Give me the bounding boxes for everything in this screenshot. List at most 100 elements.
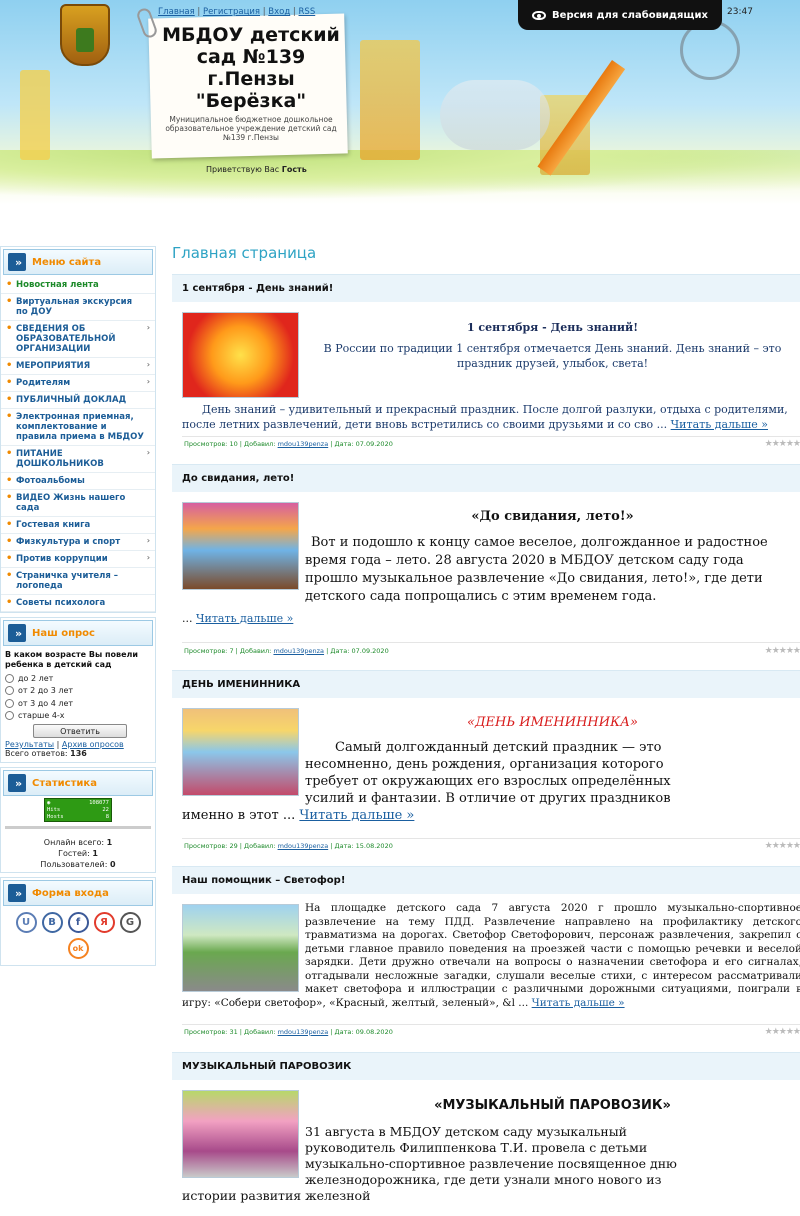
radio-button[interactable] <box>5 686 14 696</box>
read-more-link[interactable]: Читать дальше » <box>671 418 768 431</box>
social-login-buttons: U Bf Я Gok <box>1 908 155 965</box>
statistics-title: Статистика <box>32 777 97 789</box>
views-value: 31 <box>229 1027 238 1036</box>
odnoklassniki-login-icon[interactable]: ok <box>67 938 89 959</box>
author-link[interactable]: mdou139penza <box>273 647 324 655</box>
poll-option[interactable]: от 3 до 4 лет <box>5 697 151 710</box>
author-link[interactable]: mdou139penza <box>278 1028 329 1036</box>
post-thumbnail[interactable] <box>182 312 299 398</box>
menu-item-news[interactable]: Новостная лента <box>1 277 155 294</box>
post-meta: Просмотров: 10 | Добавил: mdou139penza |… <box>184 440 393 448</box>
menu-item-nutrition[interactable]: ПИТАНИЕ ДОШКОЛЬНИКОВ › <box>1 446 155 473</box>
date-value: 07.09.2020 <box>355 440 393 448</box>
post-thumbnail[interactable] <box>182 708 299 796</box>
radio-button[interactable] <box>5 698 14 708</box>
header-decor-city <box>440 80 550 150</box>
menu-item-org-info[interactable]: СВЕДЕНИЯ ОБ ОБРАЗОВАТЕЛЬНОЙ ОРГАНИЗАЦИИ › <box>1 321 155 358</box>
rating-stars[interactable]: ★★★★★ <box>765 1026 800 1040</box>
divider <box>5 826 151 829</box>
menu-item-label: Страничка учителя – логопеда <box>16 571 119 591</box>
date-label: Дата: <box>334 440 354 448</box>
post-thumbnail[interactable] <box>182 1090 299 1178</box>
menu-item-label: Против коррупции <box>16 554 108 564</box>
rating-stars[interactable]: ★★★★★ <box>765 642 800 659</box>
poll-option[interactable]: до 2 лет <box>5 672 151 685</box>
menu-item-photo-albums[interactable]: Фотоальбомы <box>1 473 155 490</box>
read-more-link[interactable]: Читать дальше » <box>299 808 414 823</box>
poll-header: » Наш опрос <box>3 620 153 646</box>
greeting-user: Гость <box>281 165 307 174</box>
menu-item-virtual-tour[interactable]: Виртуальная экскурсия по ДОУ <box>1 294 155 321</box>
post-title[interactable]: 1 сентября - День знаний! <box>172 274 800 302</box>
link-home[interactable]: Главная <box>158 7 195 17</box>
vk-login-icon[interactable]: B <box>41 912 63 933</box>
header-decor-building-left <box>20 70 50 160</box>
menu-item-label: МЕРОПРИЯТИЯ <box>16 361 91 371</box>
accessibility-version-button[interactable]: Версия для слабовидящих <box>518 0 722 30</box>
post-title[interactable]: До свидания, лето! <box>172 464 800 492</box>
accessibility-label: Версия для слабовидящих <box>552 9 708 21</box>
poll-archive-link[interactable]: Архив опросов <box>62 740 124 749</box>
double-chevron-icon: » <box>8 253 26 271</box>
post-meta: Просмотров: 7 | Добавил: mdou139penza | … <box>184 646 389 655</box>
post-thumbnail[interactable] <box>182 904 299 992</box>
author-link[interactable]: mdou139penza <box>278 842 329 850</box>
poll-option-label: до 2 лет <box>18 673 54 683</box>
read-more-link[interactable]: Читать дальше » <box>196 612 293 625</box>
poll-total: Всего ответов: 136 <box>5 749 151 758</box>
read-more-link[interactable]: Читать дальше » <box>532 997 625 1009</box>
views-label: Просмотров: <box>184 1027 228 1036</box>
menu-item-guestbook[interactable]: Гостевая книга <box>1 517 155 534</box>
site-title[interactable]: МБДОУ детский сад №139 г.Пензы "Берёзка" <box>158 24 344 112</box>
views-label: Просмотров: <box>184 842 228 850</box>
submenu-arrow-icon: › <box>146 536 150 545</box>
menu-item-speech-therapist[interactable]: Страничка учителя – логопеда <box>1 568 155 595</box>
google-login-icon[interactable]: G <box>119 912 141 933</box>
post-title[interactable]: Наш помощник – Светофор! <box>172 866 800 894</box>
radio-button[interactable] <box>5 673 14 683</box>
post-title[interactable]: МУЗЫКАЛЬНЫЙ ПАРОВОЗИК <box>172 1052 800 1080</box>
site-menu-title: Меню сайта <box>32 256 102 268</box>
link-rss[interactable]: RSS <box>299 7 316 17</box>
poll-title: Наш опрос <box>32 627 95 639</box>
poll-results-link[interactable]: Результаты <box>5 740 54 749</box>
submenu-arrow-icon: › <box>146 448 150 457</box>
poll-option[interactable]: от 2 до 3 лет <box>5 685 151 698</box>
coat-of-arms-emblem <box>60 4 110 66</box>
poll-links: Результаты | Архив опросов <box>5 740 124 749</box>
menu-item-sport[interactable]: Физкультура и спорт › <box>1 534 155 551</box>
guests-value: 1 <box>92 849 98 858</box>
menu-item-e-reception[interactable]: Электронная приемная, комплектование и п… <box>1 409 155 446</box>
ucoz-login-icon[interactable]: U <box>15 912 37 933</box>
menu-item-parents[interactable]: Родителям › <box>1 375 155 392</box>
author-link[interactable]: mdou139penza <box>278 440 329 448</box>
eye-icon <box>532 10 547 20</box>
menu-item-video[interactable]: ВИДЕО Жизнь нашего сада <box>1 490 155 517</box>
facebook-login-icon[interactable]: f <box>67 912 89 933</box>
menu-item-label: Электронная приемная, комплектование и п… <box>16 412 144 442</box>
menu-item-anticorruption[interactable]: Против коррупции › <box>1 551 155 568</box>
post-body: На площадке детского сада 7 августа 2020… <box>172 894 800 1040</box>
hit-counter[interactable]: ◉ 108077 Hits 22 Hosts 8 <box>44 798 112 822</box>
menu-item-public-report[interactable]: ПУБЛИЧНЫЙ ДОКЛАД <box>1 392 155 409</box>
added-label: Добавил: <box>244 440 276 448</box>
post-title[interactable]: ДЕНЬ ИМЕНИННИКА <box>172 670 800 698</box>
added-label: Добавил: <box>244 1027 276 1036</box>
radio-button[interactable] <box>5 711 14 721</box>
menu-item-events[interactable]: МЕРОПРИЯТИЯ › <box>1 358 155 375</box>
online-stats: Онлайн всего: 1 Гостей: 1 Пользователей:… <box>1 835 155 872</box>
rating-stars[interactable]: ★★★★★ <box>765 437 800 452</box>
poll-submit-button[interactable]: Ответить <box>33 724 127 738</box>
login-title: Форма входа <box>32 887 109 899</box>
poll-option[interactable]: старше 4-х <box>5 710 151 723</box>
rating-stars[interactable]: ★★★★★ <box>765 838 800 854</box>
yandex-login-icon[interactable]: Я <box>93 912 115 933</box>
date-value: 07.09.2020 <box>351 646 389 655</box>
post-thumbnail[interactable] <box>182 502 299 590</box>
link-login[interactable]: Вход <box>268 7 290 17</box>
views-label: Просмотров: <box>184 646 228 655</box>
guests-label: Гостей: <box>58 849 90 858</box>
menu-item-psychologist[interactable]: Советы психолога <box>1 595 155 612</box>
link-register[interactable]: Регистрация <box>203 7 260 17</box>
post-body: 1 сентября - День знаний! В России по тр… <box>172 302 800 452</box>
